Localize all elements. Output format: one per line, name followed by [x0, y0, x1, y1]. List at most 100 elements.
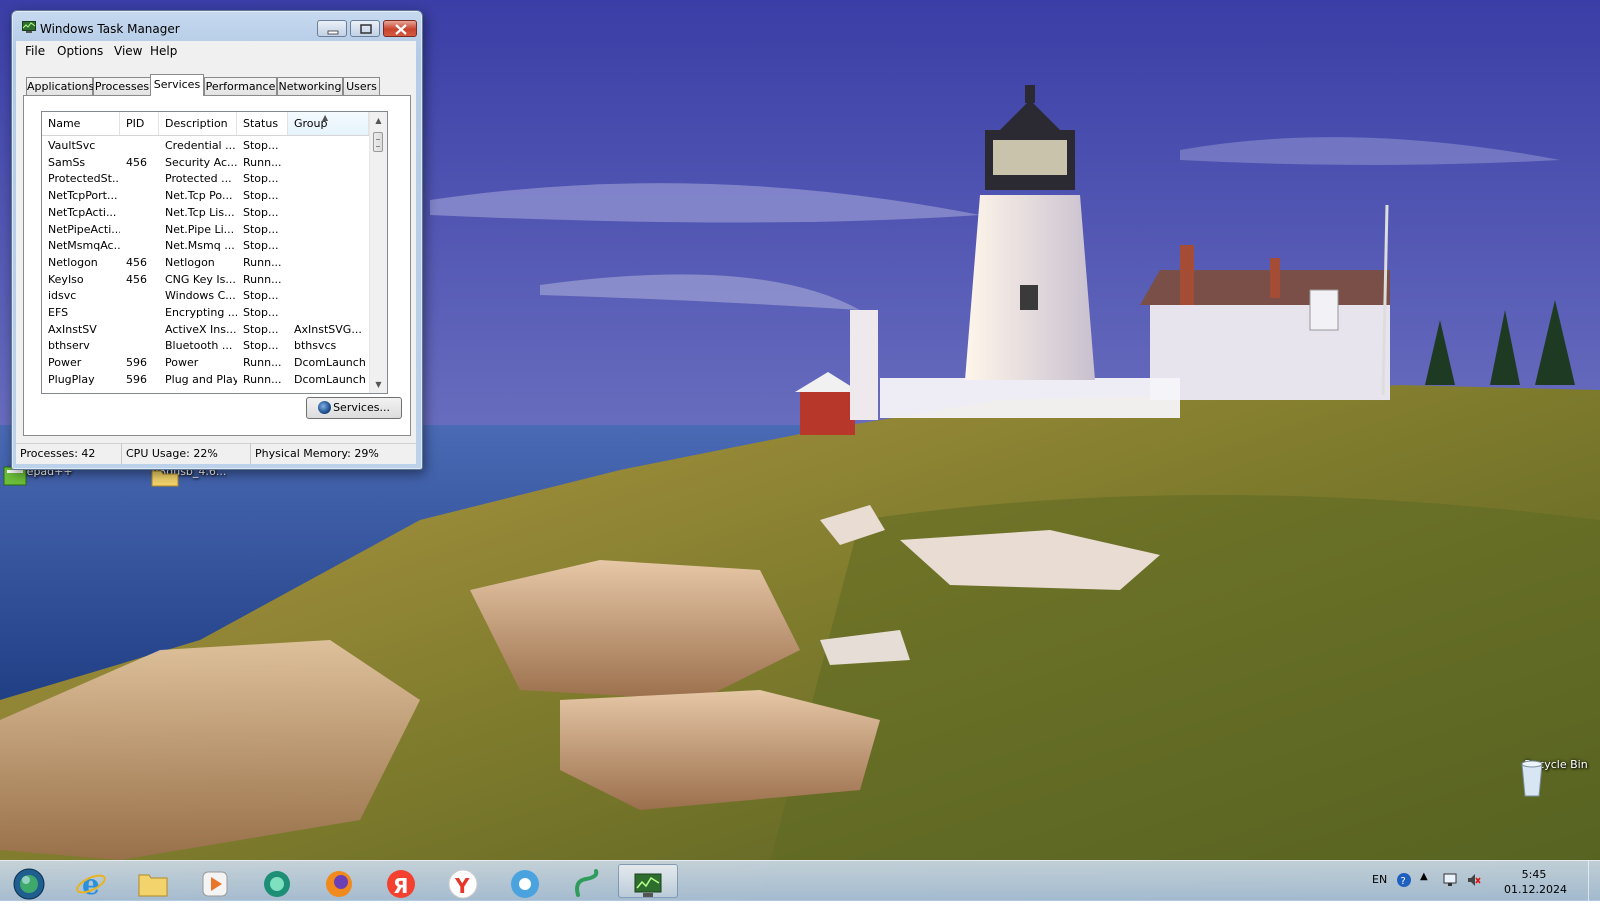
scroll-down-button[interactable]: ▼	[370, 376, 387, 393]
cell-pid: 456	[126, 255, 147, 269]
table-row[interactable]: NetPipeActi... Net.Pipe Li... Stop...	[42, 221, 369, 238]
column-header-description[interactable]: Description	[159, 112, 237, 135]
tab-services[interactable]: Services	[150, 74, 204, 96]
cell-pid	[126, 337, 160, 354]
scroll-thumb[interactable]	[373, 132, 383, 152]
table-row[interactable]: NetTcpPort... Net.Tcp Po... Stop...	[42, 187, 369, 204]
taskbar-yandex-browser[interactable]: Y	[434, 864, 490, 899]
cell-name: NetPipeActi...	[48, 222, 120, 236]
cell-description: Plug and Play	[165, 372, 237, 386]
cell-pid	[126, 287, 160, 304]
taskbar-snake-app[interactable]	[558, 864, 614, 898]
taskbar-internet-explorer[interactable]: e	[62, 864, 118, 901]
close-button[interactable]	[383, 20, 417, 37]
internet-explorer-icon: e	[76, 868, 106, 901]
snake-app-icon	[575, 869, 599, 897]
start-button[interactable]	[0, 864, 56, 900]
close-icon	[395, 24, 407, 35]
menu-help[interactable]: Help	[150, 44, 177, 58]
cell-status: Stop...	[243, 339, 279, 353]
system-clock[interactable]: 5:45 01.12.2024	[1504, 867, 1567, 897]
cell-status: Stop...	[243, 205, 279, 219]
menu-view[interactable]: View	[114, 44, 142, 58]
cell-name: Power	[48, 356, 82, 370]
tab-performance[interactable]: Performance	[204, 77, 277, 95]
sort-ascending-icon: ▲	[322, 113, 329, 122]
task-manager-icon	[634, 873, 662, 897]
help-icon[interactable]: ?	[1396, 872, 1412, 912]
table-row[interactable]: NetTcpActi... Net.Tcp Lis... Stop...	[42, 204, 369, 221]
table-row[interactable]: Netlogon 456 Netlogon Runn...	[42, 254, 369, 271]
taskbar-media-player[interactable]	[186, 864, 242, 898]
chromium-icon	[511, 870, 539, 898]
desktop-icon-recycle-bin[interactable]: Recycle Bin	[1516, 758, 1596, 797]
taskbar-firefox[interactable]	[310, 864, 366, 898]
minimize-button[interactable]	[317, 20, 347, 37]
cell-description: Security Ac...	[165, 155, 237, 169]
table-row[interactable]: bthserv Bluetooth ... Stop... bthsvcs	[42, 337, 369, 354]
services-list[interactable]: Name PID Description Status Group ▲ Vaul…	[41, 111, 388, 394]
menu-options[interactable]: Options	[57, 44, 103, 58]
table-row[interactable]: idsvc Windows C... Stop...	[42, 287, 369, 304]
title-bar[interactable]: Windows Task Manager	[12, 11, 422, 39]
cell-status: Stop...	[243, 289, 279, 303]
column-header-group[interactable]: Group ▲	[288, 112, 369, 135]
cell-group	[294, 271, 369, 288]
cell-group	[294, 187, 369, 204]
scroll-up-button[interactable]: ▲	[370, 112, 387, 129]
show-desktop-button[interactable]	[1588, 861, 1600, 901]
start-orb-icon	[13, 868, 45, 900]
tab-networking[interactable]: Networking	[277, 77, 343, 95]
column-header-status[interactable]: Status	[237, 112, 288, 135]
volume-muted-icon[interactable]	[1466, 872, 1482, 912]
taskbar-chat-app[interactable]	[248, 864, 304, 898]
network-icon[interactable]	[1442, 872, 1458, 912]
tray-expand-icon[interactable]: ▲	[1420, 871, 1428, 911]
menu-file[interactable]: File	[25, 44, 45, 58]
tab-processes[interactable]: Processes	[93, 77, 151, 95]
firefox-icon	[326, 871, 352, 897]
table-row[interactable]: Power 596 Power Runn... DcomLaunch	[42, 354, 369, 371]
column-header-pid[interactable]: PID	[120, 112, 159, 135]
svg-text:Y: Y	[454, 874, 470, 898]
cell-name: ProtectedSt...	[48, 172, 120, 186]
taskbar-chromium[interactable]	[496, 864, 552, 898]
cell-status: Stop...	[243, 172, 279, 186]
status-bar: Processes: 42 CPU Usage: 22% Physical Me…	[16, 443, 416, 464]
tab-applications[interactable]: Applications	[26, 77, 94, 95]
language-indicator[interactable]: EN	[1372, 873, 1387, 913]
table-row[interactable]: EFS Encrypting ... Stop...	[42, 304, 369, 321]
maximize-button[interactable]	[350, 20, 380, 37]
table-row[interactable]: KeyIso 456 CNG Key Is... Runn...	[42, 271, 369, 288]
list-header: Name PID Description Status Group ▲	[42, 112, 369, 136]
cell-name: EFS	[48, 306, 69, 319]
table-row[interactable]: NetMsmqAc... Net.Msmq ... Stop...	[42, 237, 369, 254]
table-row[interactable]: AxInstSV ActiveX Ins... Stop... AxInstSVG..…	[42, 321, 369, 338]
table-row[interactable]: SamSs 456 Security Ac... Runn...	[42, 154, 369, 171]
cell-description: Net.Pipe Li...	[165, 222, 235, 236]
cell-status: Runn...	[243, 356, 282, 370]
taskbar-yandex[interactable]: Я	[372, 864, 428, 898]
table-row[interactable]: VaultSvc Credential ... Stop...	[42, 137, 369, 154]
media-player-icon	[202, 871, 228, 897]
taskbar-task-manager[interactable]	[618, 864, 678, 898]
cell-group	[294, 204, 369, 221]
taskbar-file-explorer[interactable]	[124, 864, 180, 898]
table-row[interactable]: PlugPlay 596 Plug and Play Runn... DcomLaunc…	[42, 371, 369, 388]
cell-description: Bluetooth ...	[165, 339, 233, 353]
column-header-name[interactable]: Name	[42, 112, 120, 135]
table-row[interactable]: ProtectedSt... Protected ... Stop...	[42, 170, 369, 187]
cell-group: DcomLaunch	[294, 356, 366, 370]
tab-users[interactable]: Users	[343, 77, 380, 95]
cell-status: Runn...	[243, 372, 282, 386]
recycle-bin-icon	[1521, 760, 1543, 797]
cell-pid	[126, 187, 160, 204]
services-button[interactable]: Services...	[306, 397, 402, 419]
cell-pid	[126, 304, 160, 321]
status-physical-memory: Physical Memory: 29%	[255, 447, 379, 460]
vertical-scrollbar[interactable]: ▲ ▼	[369, 112, 387, 393]
minimize-icon	[327, 30, 339, 35]
cell-group: DcomLaunch	[294, 372, 366, 386]
cell-status: Runn...	[243, 155, 282, 169]
svg-text:?: ?	[1401, 876, 1406, 887]
